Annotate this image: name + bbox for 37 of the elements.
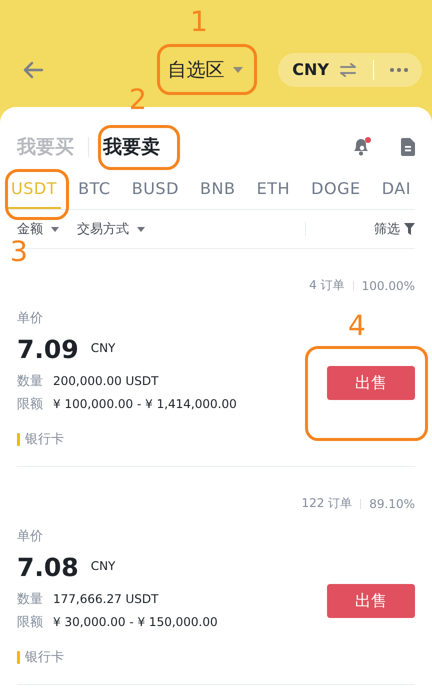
filter-button[interactable]: 筛选 bbox=[374, 220, 415, 238]
order-count: 122 订单 bbox=[302, 495, 352, 512]
completion-rate: 89.10% bbox=[369, 496, 415, 510]
payment-method: 银行卡 bbox=[25, 431, 64, 448]
limit-value: ¥ 30,000.00 - ¥ 150,000.00 bbox=[53, 614, 218, 631]
order-count: 4 订单 bbox=[309, 277, 345, 294]
coin-tab[interactable]: DAI bbox=[378, 175, 415, 209]
quantity-label: 数量 bbox=[17, 373, 43, 391]
limit-label: 限额 bbox=[17, 614, 43, 632]
page-title-dropdown[interactable]: 自选区 bbox=[168, 56, 276, 82]
coin-tab[interactable]: BTC bbox=[74, 175, 115, 209]
currency-code: CNY bbox=[292, 60, 329, 79]
quantity-value: 200,000.00 USDT bbox=[53, 373, 158, 390]
filter-dropdown[interactable]: 交易方式 bbox=[77, 220, 145, 238]
trade-tab[interactable]: 我要卖 bbox=[103, 134, 160, 160]
limit-label: 限额 bbox=[17, 396, 43, 414]
quantity-label: 数量 bbox=[17, 591, 43, 609]
annotation-number: 4 bbox=[348, 310, 366, 342]
payment-method: 银行卡 bbox=[25, 649, 64, 666]
coin-tab[interactable]: ETH bbox=[252, 175, 294, 209]
coin-tab[interactable]: BNB bbox=[196, 175, 240, 209]
filter-dropdown[interactable]: 金额 bbox=[17, 220, 59, 238]
annotation-number: 3 bbox=[10, 236, 28, 268]
price-value: 7.08 bbox=[17, 553, 79, 582]
price-label: 单价 bbox=[17, 310, 44, 327]
price-currency: CNY bbox=[90, 559, 116, 573]
price-value: 7.09 bbox=[17, 335, 79, 364]
coin-tab[interactable]: BUSD bbox=[128, 175, 183, 209]
limit-value: ¥ 100,000.00 - ¥ 1,414,000.00 bbox=[53, 396, 237, 413]
quantity-value: 177,666.27 USDT bbox=[53, 591, 158, 608]
sell-button[interactable]: 出售 bbox=[327, 584, 415, 618]
price-label: 单价 bbox=[17, 528, 44, 545]
price-currency: CNY bbox=[90, 341, 116, 355]
sell-button[interactable]: 出售 bbox=[327, 366, 415, 400]
completion-rate: 100.00% bbox=[362, 278, 415, 292]
coin-tab[interactable]: DOGE bbox=[307, 175, 365, 209]
annotation-number: 1 bbox=[190, 6, 208, 38]
